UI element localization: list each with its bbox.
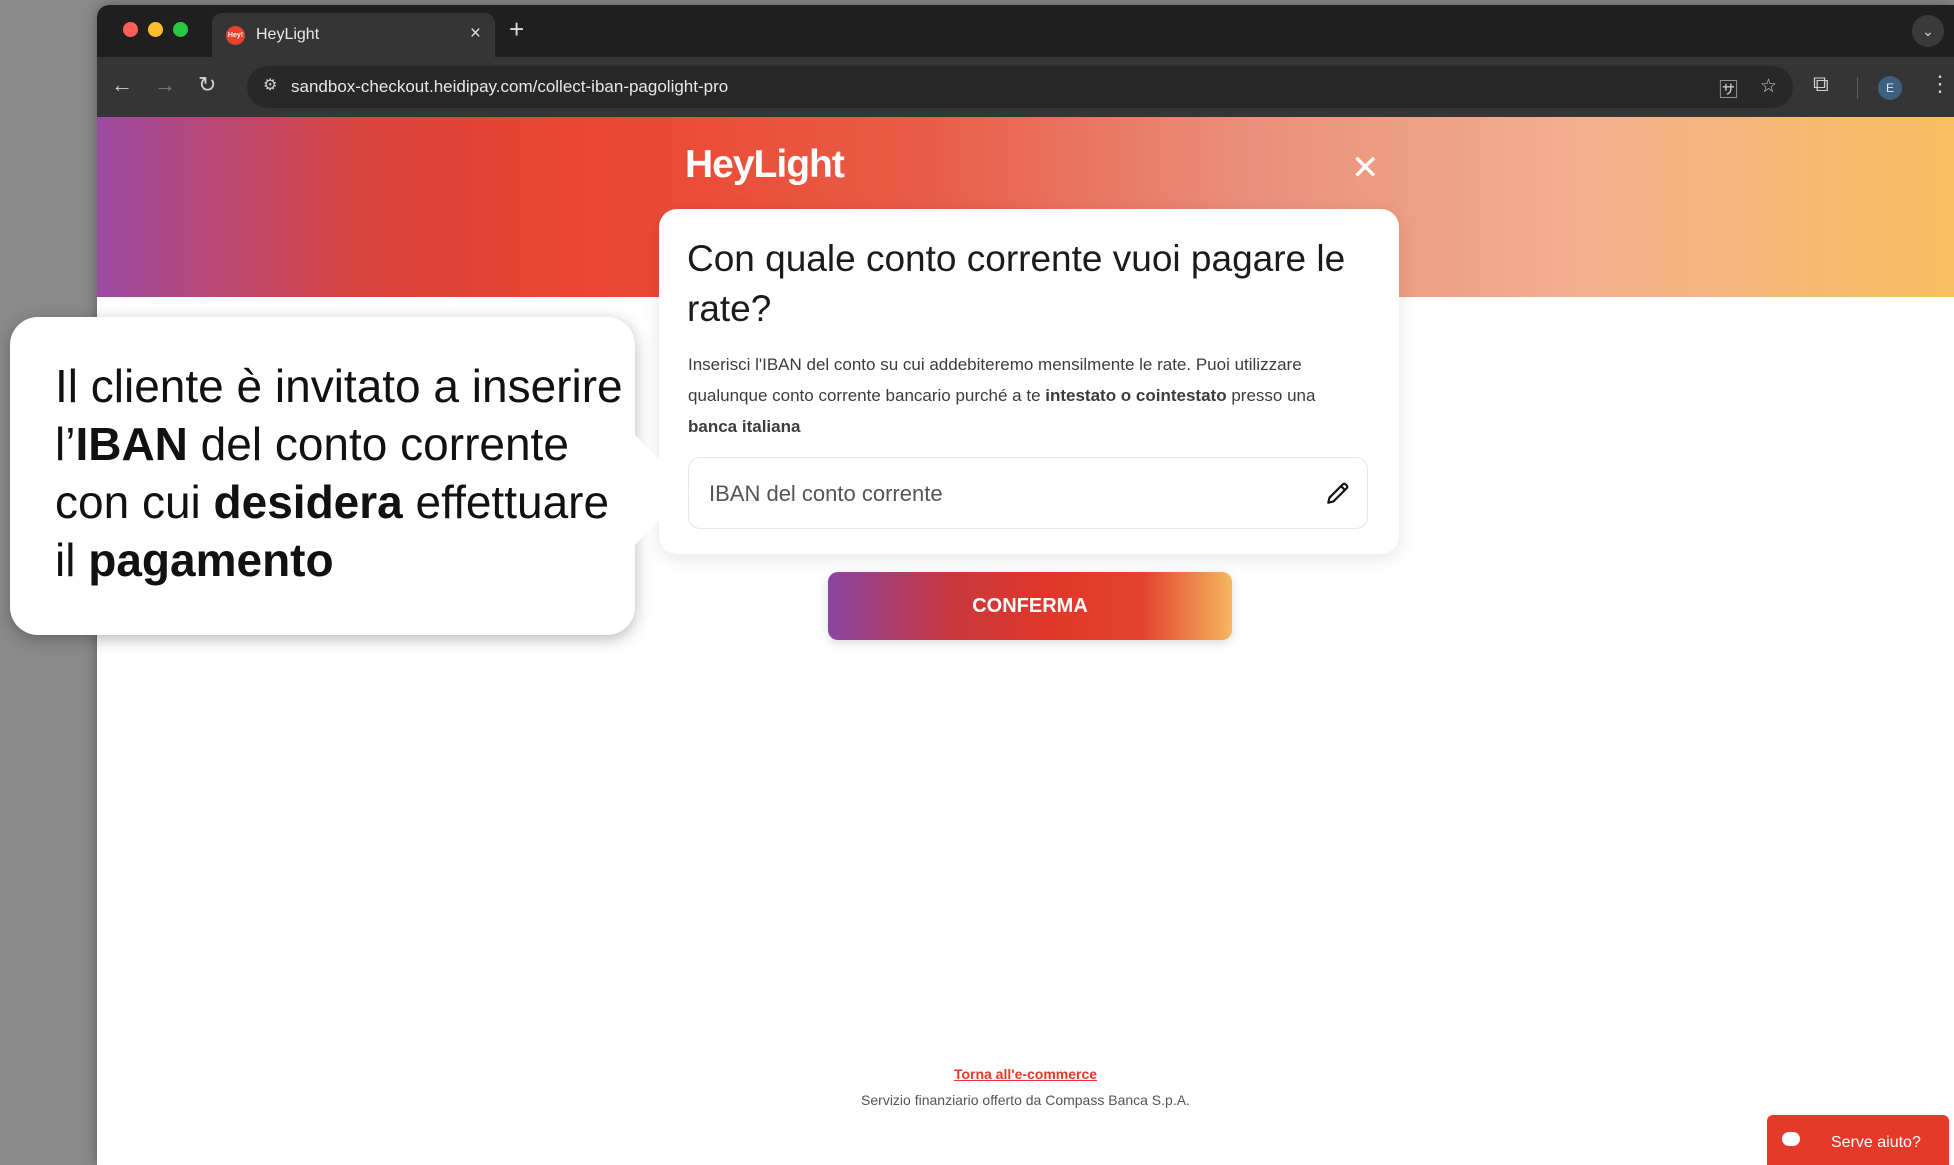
window-zoom-button[interactable] — [173, 22, 188, 37]
iban-input[interactable] — [707, 458, 1311, 530]
callout-bold-2: desidera — [213, 476, 403, 528]
pencil-icon[interactable] — [1325, 480, 1351, 511]
page-content: HeyLight ✕ Con quale conto corrente vuoi… — [97, 117, 1954, 1165]
iban-field[interactable] — [688, 457, 1368, 530]
desc-text-2: presso una — [1226, 386, 1316, 405]
desc-bold-2: banca italiana — [688, 417, 801, 436]
chat-bubble-icon — [1782, 1132, 1800, 1146]
site-info-icon[interactable]: ⚙ — [263, 75, 277, 95]
callout-bold-3: pagamento — [88, 534, 334, 586]
tab-bar: Hey! HeyLight × + ⌄ — [97, 5, 1954, 57]
tab-title: HeyLight — [256, 26, 320, 43]
reload-icon[interactable]: ↻ — [198, 71, 216, 99]
window-close-button[interactable] — [123, 22, 138, 37]
back-link-text[interactable]: Torna all'e-commerce — [954, 1066, 1097, 1082]
browser-toolbar: ← → ↻ ⚙ sandbox-checkout.heidipay.com/co… — [97, 57, 1954, 117]
close-icon[interactable]: ✕ — [1351, 151, 1380, 185]
back-to-ecommerce-link: Torna all'e-commerce — [97, 1066, 1954, 1082]
callout-pointer — [633, 433, 689, 547]
window-minimize-button[interactable] — [148, 22, 163, 37]
forward-arrow-icon[interactable]: → — [154, 71, 176, 99]
profile-avatar[interactable]: E — [1878, 76, 1902, 100]
back-arrow-icon[interactable]: ← — [111, 71, 133, 99]
help-chat-button[interactable]: Serve aiuto? — [1767, 1115, 1949, 1165]
iban-card: Con quale conto corrente vuoi pagare le … — [659, 209, 1399, 554]
desc-bold-1: intestato o cointestato — [1045, 386, 1227, 405]
help-label: Serve aiuto? — [1831, 1134, 1921, 1151]
callout-text: Il cliente è invitato a inserire l’IBAN … — [55, 357, 625, 589]
tab-heylight[interactable]: Hey! HeyLight × — [212, 13, 495, 57]
card-description: Inserisci l'IBAN del conto su cui addebi… — [688, 349, 1328, 442]
bookmark-star-icon[interactable]: ☆ — [1760, 75, 1777, 98]
browser-menu-icon[interactable]: ⋮ — [1929, 71, 1951, 97]
tutorial-callout: Il cliente è invitato a inserire l’IBAN … — [10, 317, 635, 635]
heylight-logo: HeyLight — [685, 143, 845, 186]
extensions-icon[interactable]: ⧉ — [1813, 71, 1829, 97]
tab-search-menu-button[interactable]: ⌄ — [1912, 15, 1944, 47]
new-tab-button[interactable]: + — [509, 15, 524, 43]
address-bar[interactable]: ⚙ sandbox-checkout.heidipay.com/collect-… — [247, 66, 1793, 108]
heylight-favicon-icon: Hey! — [226, 26, 245, 45]
tab-close-icon[interactable]: × — [470, 23, 481, 45]
url-text[interactable]: sandbox-checkout.heidipay.com/collect-ib… — [291, 77, 728, 97]
translate-icon[interactable]: 🈂 — [1719, 75, 1738, 102]
toolbar-divider — [1857, 77, 1858, 99]
callout-bold-1: IBAN — [75, 418, 188, 470]
card-title: Con quale conto corrente vuoi pagare le … — [687, 238, 1346, 329]
footer-note: Servizio finanziario offerto da Compass … — [861, 1092, 1190, 1108]
confirm-button[interactable]: CONFERMA — [828, 572, 1232, 640]
